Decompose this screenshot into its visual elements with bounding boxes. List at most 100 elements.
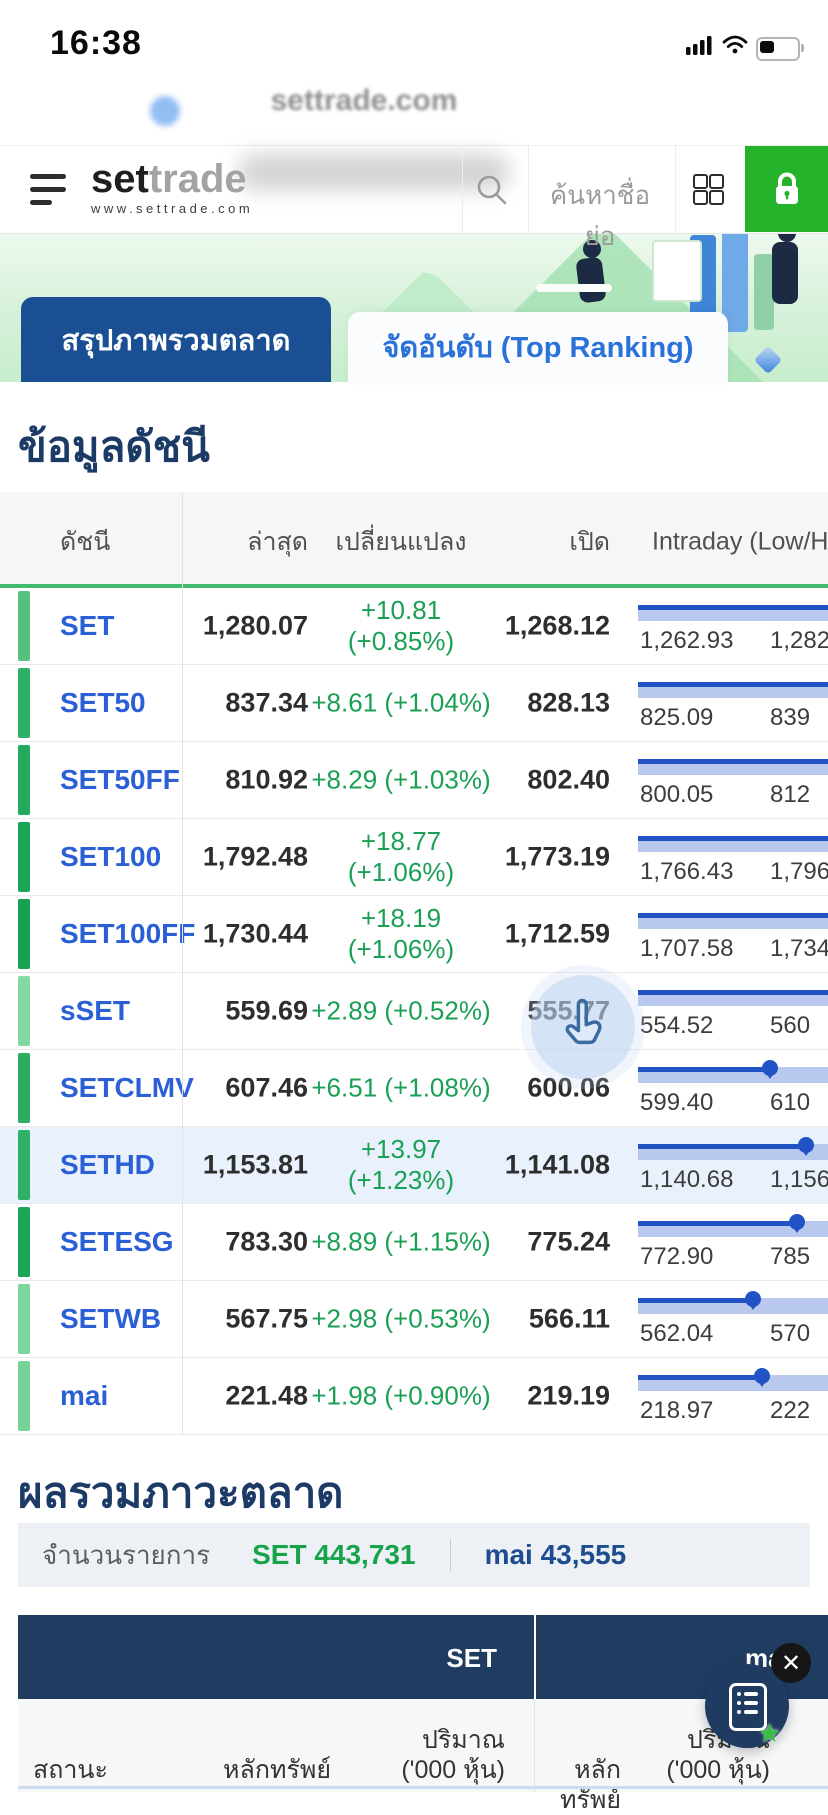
- divider: [449, 1539, 451, 1571]
- intraday-line: [638, 990, 828, 995]
- intraday-high: 1,282: [770, 627, 828, 654]
- row-accent-bar: [18, 976, 30, 1046]
- banner-figure: [575, 256, 607, 304]
- table-row[interactable]: SET100 1,792.48 +18.77 (+1.06%) 1,773.19…: [0, 819, 828, 896]
- last-value: 783.30: [225, 1226, 308, 1257]
- intraday-low: 1,262.93: [640, 627, 734, 654]
- intraday-low: 772.90: [640, 1243, 714, 1270]
- open-value: 1,268.12: [504, 610, 610, 641]
- battery-icon: [756, 37, 804, 61]
- intraday-line: [638, 836, 828, 841]
- table-row[interactable]: mai 221.48 +1.98 (+0.90%) 219.19 218.97 …: [0, 1358, 828, 1435]
- tap-cursor: [531, 975, 635, 1079]
- intraday-low: 1,707.58: [640, 935, 734, 962]
- intraday-high: 222: [770, 1397, 811, 1424]
- intraday-high: 1,156: [770, 1166, 828, 1193]
- intraday-line: [638, 1375, 762, 1380]
- table-row[interactable]: SETCLMV 607.46 +6.51 (+1.08%) 600.06 599…: [0, 1050, 828, 1127]
- change-value: +2.89 (+0.52%): [311, 995, 491, 1026]
- open-value: 775.24: [527, 1226, 610, 1257]
- intraday-range-bar: [638, 1214, 828, 1237]
- col-securities-set: หลักทรัพย์: [223, 1756, 331, 1784]
- browser-overlay-strip: settrade.com: [0, 62, 828, 145]
- intraday-range-bar: [638, 759, 828, 775]
- intraday-high: 1,796: [770, 858, 828, 885]
- intraday-range-bar: [638, 1291, 828, 1314]
- banner-bar: [754, 254, 774, 330]
- table-row[interactable]: SETWB 567.75 +2.98 (+0.53%) 566.11 562.0…: [0, 1281, 828, 1358]
- intraday-range-bar: [638, 1060, 828, 1083]
- intraday-high: 560: [770, 1012, 811, 1039]
- intraday-marker-icon: [744, 1291, 761, 1310]
- login-lock-button[interactable]: [745, 146, 828, 232]
- col-intraday: Intraday (Low/Hi: [652, 527, 828, 556]
- change-value: +18.77 (+1.06%): [347, 826, 455, 887]
- divider: [528, 146, 529, 232]
- intraday-marker-icon: [753, 1368, 770, 1387]
- open-value: 802.40: [527, 764, 610, 795]
- last-value: 1,280.07: [202, 610, 308, 641]
- index-name-link[interactable]: SET: [60, 610, 114, 642]
- table-row[interactable]: SET50FF 810.92 +8.29 (+1.03%) 802.40 800…: [0, 742, 828, 819]
- open-value: 828.13: [527, 687, 610, 718]
- status-bar: 16:38: [0, 0, 828, 62]
- search-input[interactable]: ค้นหาชื่อย่อ: [540, 175, 660, 257]
- last-value: 1,792.48: [202, 841, 308, 872]
- divider: [675, 146, 676, 232]
- change-value: +13.97 (+1.23%): [347, 1134, 455, 1195]
- main-content: ข้อมูลดัชนี ดัชนี ล่าสุด เปลี่ยนแปลง เปิ…: [0, 382, 828, 1814]
- table-row[interactable]: SETESG 783.30 +8.89 (+1.15%) 775.24 772.…: [0, 1204, 828, 1281]
- table-row[interactable]: SET100FF 1,730.44 +18.19 (+1.06%) 1,712.…: [0, 896, 828, 973]
- index-name-link[interactable]: mai: [60, 1380, 108, 1412]
- col-change: เปลี่ยนแปลง: [335, 527, 467, 556]
- table-row[interactable]: SET 1,280.07 +10.81 (+0.85%) 1,268.12 1,…: [0, 588, 828, 665]
- intraday-high: 785: [770, 1243, 811, 1270]
- last-value: 567.75: [225, 1303, 308, 1334]
- intraday-range-bar: [638, 913, 828, 929]
- set-section-header: SET: [446, 1643, 497, 1673]
- intraday-high: 839: [770, 704, 811, 731]
- last-value: 607.46: [225, 1072, 308, 1103]
- intraday-line: [638, 1221, 798, 1226]
- intraday-low: 218.97: [640, 1397, 714, 1424]
- logo-set: set: [91, 157, 149, 201]
- intraday-low: 825.09: [640, 704, 714, 731]
- last-value: 559.69: [225, 995, 308, 1026]
- wifi-icon: [722, 35, 748, 54]
- open-value: 1,712.59: [504, 918, 610, 949]
- row-accent-bar: [18, 591, 30, 661]
- row-accent-bar: [18, 1130, 30, 1200]
- table-row[interactable]: SETHD 1,153.81 +13.97 (+1.23%) 1,141.08 …: [0, 1127, 828, 1204]
- column-divider: [182, 492, 183, 1435]
- logo-trade: trade: [148, 157, 247, 201]
- intraday-line: [638, 913, 828, 918]
- apps-grid-icon[interactable]: [693, 174, 724, 205]
- row-accent-bar: [18, 1284, 30, 1354]
- table-row[interactable]: SET50 837.34 +8.61 (+1.04%) 828.13 825.0…: [0, 665, 828, 742]
- settrade-logo[interactable]: settrade www.settrade.com: [91, 158, 253, 216]
- search-icon[interactable]: [474, 172, 510, 208]
- menu-icon[interactable]: [30, 173, 66, 205]
- intraday-high: 570: [770, 1320, 811, 1347]
- intraday-marker-icon: [762, 1060, 779, 1079]
- intraday-high: 812: [770, 781, 811, 808]
- browser-url-text: settrade.com: [270, 84, 458, 117]
- intraday-range-bar: [638, 1137, 828, 1160]
- close-fab-button[interactable]: ✕: [771, 1643, 811, 1683]
- col-securities-mai: หลักทรัพย์: [559, 1756, 621, 1814]
- tab-market-summary[interactable]: สรุปภาพรวมตลาด: [21, 297, 331, 382]
- change-value: +10.81 (+0.85%): [347, 595, 455, 656]
- section-title-market-overview: ผลรวมภาวะตลาด: [18, 1469, 344, 1516]
- open-value: 219.19: [527, 1380, 610, 1411]
- intraday-line: [638, 1298, 753, 1303]
- banner-figure: [772, 242, 798, 304]
- change-value: +1.98 (+0.90%): [311, 1380, 491, 1411]
- tab-top-ranking[interactable]: จัดอันดับ (Top Ranking): [348, 312, 728, 382]
- table-row[interactable]: sSET 559.69 +2.89 (+0.52%) 555.77 554.52…: [0, 973, 828, 1050]
- change-value: +8.61 (+1.04%): [311, 687, 491, 718]
- open-value: 1,773.19: [504, 841, 610, 872]
- change-value: +8.29 (+1.03%): [311, 764, 491, 795]
- blurred-favicon: [150, 96, 180, 126]
- intraday-line: [638, 605, 828, 610]
- intraday-line: [638, 1067, 771, 1072]
